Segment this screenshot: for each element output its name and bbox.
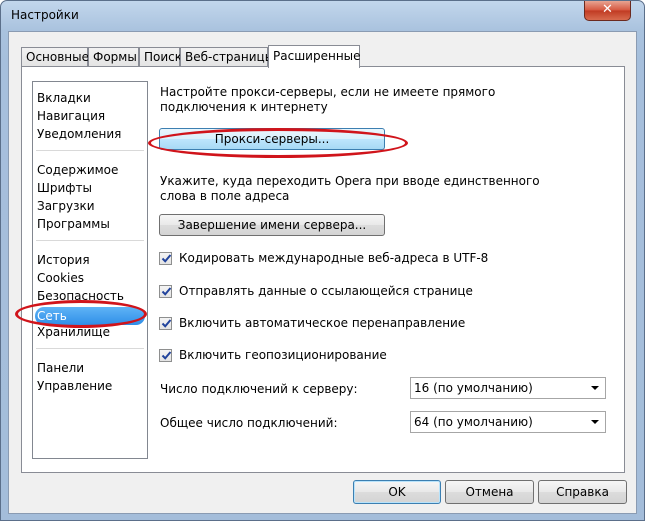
sidebar-separator bbox=[36, 150, 144, 151]
auto-redirect-label: Включить автоматическое перенаправление bbox=[179, 316, 466, 330]
send-referrer-checkbox[interactable] bbox=[159, 285, 172, 298]
dialog-client-area: Основные Формы Поиск Веб-страницы Расшир… bbox=[8, 31, 637, 514]
tab-forms[interactable]: Формы bbox=[88, 47, 139, 67]
auto-redirect-checkbox[interactable] bbox=[159, 317, 172, 330]
advanced-tab-panel: Вкладки Навигация Уведомления Содержимое… bbox=[21, 66, 625, 473]
title-bar: Настройки ✕ bbox=[1, 1, 644, 31]
help-button[interactable]: Справка bbox=[538, 480, 627, 504]
server-name-completion-button[interactable]: Завершение имени сервера... bbox=[159, 214, 385, 236]
utf8-urls-label: Кодировать международные веб-адреса в UT… bbox=[179, 251, 489, 265]
proxy-servers-button[interactable]: Прокси-серверы... bbox=[159, 128, 385, 150]
sidebar-item-navigation[interactable]: Навигация bbox=[37, 108, 105, 124]
utf8-urls-checkbox[interactable] bbox=[159, 252, 172, 265]
sidebar-item-history[interactable]: История bbox=[37, 252, 90, 268]
checkmark-icon bbox=[161, 351, 172, 360]
sidebar-item-cookies[interactable]: Cookies bbox=[37, 270, 84, 286]
close-button[interactable]: ✕ bbox=[584, 1, 631, 21]
settings-category-list[interactable]: Вкладки Навигация Уведомления Содержимое… bbox=[32, 81, 148, 459]
connections-per-server-label: Число подключений к серверу: bbox=[160, 382, 358, 396]
sidebar-item-storage[interactable]: Хранилище bbox=[37, 324, 110, 340]
total-connections-label: Общее число подключений: bbox=[160, 416, 338, 430]
sidebar-item-network[interactable]: Сеть bbox=[37, 308, 67, 324]
checkmark-icon bbox=[161, 319, 172, 328]
sidebar-item-downloads[interactable]: Загрузки bbox=[37, 198, 95, 214]
checkmark-icon bbox=[161, 287, 172, 296]
sidebar-item-tabs[interactable]: Вкладки bbox=[37, 90, 91, 106]
cancel-button[interactable]: Отмена bbox=[445, 480, 534, 504]
checkmark-icon bbox=[161, 254, 172, 263]
server-completion-description: Укажите, куда переходить Opera при вводе… bbox=[160, 174, 540, 203]
tab-advanced[interactable]: Расширенные bbox=[268, 45, 361, 68]
sidebar-item-management[interactable]: Управление bbox=[37, 378, 112, 394]
sidebar-item-panels[interactable]: Панели bbox=[37, 360, 84, 376]
window-title: Настройки bbox=[11, 8, 79, 22]
sidebar-item-notifications[interactable]: Уведомления bbox=[37, 126, 121, 142]
settings-window: Настройки ✕ Основные Формы Поиск Веб-стр… bbox=[0, 0, 645, 521]
total-connections-select[interactable]: 64 (по умолчанию) bbox=[410, 411, 606, 433]
connections-per-server-select[interactable]: 16 (по умолчанию) bbox=[410, 377, 606, 399]
sidebar-separator bbox=[36, 240, 144, 241]
connections-per-server-value: 16 (по умолчанию) bbox=[414, 381, 533, 395]
chevron-down-icon bbox=[591, 386, 599, 390]
ok-button[interactable]: OK bbox=[353, 480, 441, 504]
chevron-down-icon bbox=[591, 420, 599, 424]
sidebar-item-content[interactable]: Содержимое bbox=[37, 162, 118, 178]
proxy-description: Настройте прокси-серверы, если не имеете… bbox=[160, 85, 496, 114]
send-referrer-label: Отправлять данные о ссылающейся странице bbox=[179, 284, 473, 298]
tab-search[interactable]: Поиск bbox=[139, 47, 182, 67]
tab-web-pages[interactable]: Веб-страницы bbox=[180, 47, 274, 67]
geolocation-checkbox[interactable] bbox=[159, 349, 172, 362]
sidebar-separator bbox=[36, 348, 144, 349]
sidebar-item-programs[interactable]: Программы bbox=[37, 216, 110, 232]
geolocation-label: Включить геопозиционирование bbox=[179, 348, 387, 362]
sidebar-item-fonts[interactable]: Шрифты bbox=[37, 180, 92, 196]
total-connections-value: 64 (по умолчанию) bbox=[414, 415, 533, 429]
sidebar-item-security[interactable]: Безопасность bbox=[37, 288, 124, 304]
tab-general[interactable]: Основные bbox=[21, 47, 89, 67]
